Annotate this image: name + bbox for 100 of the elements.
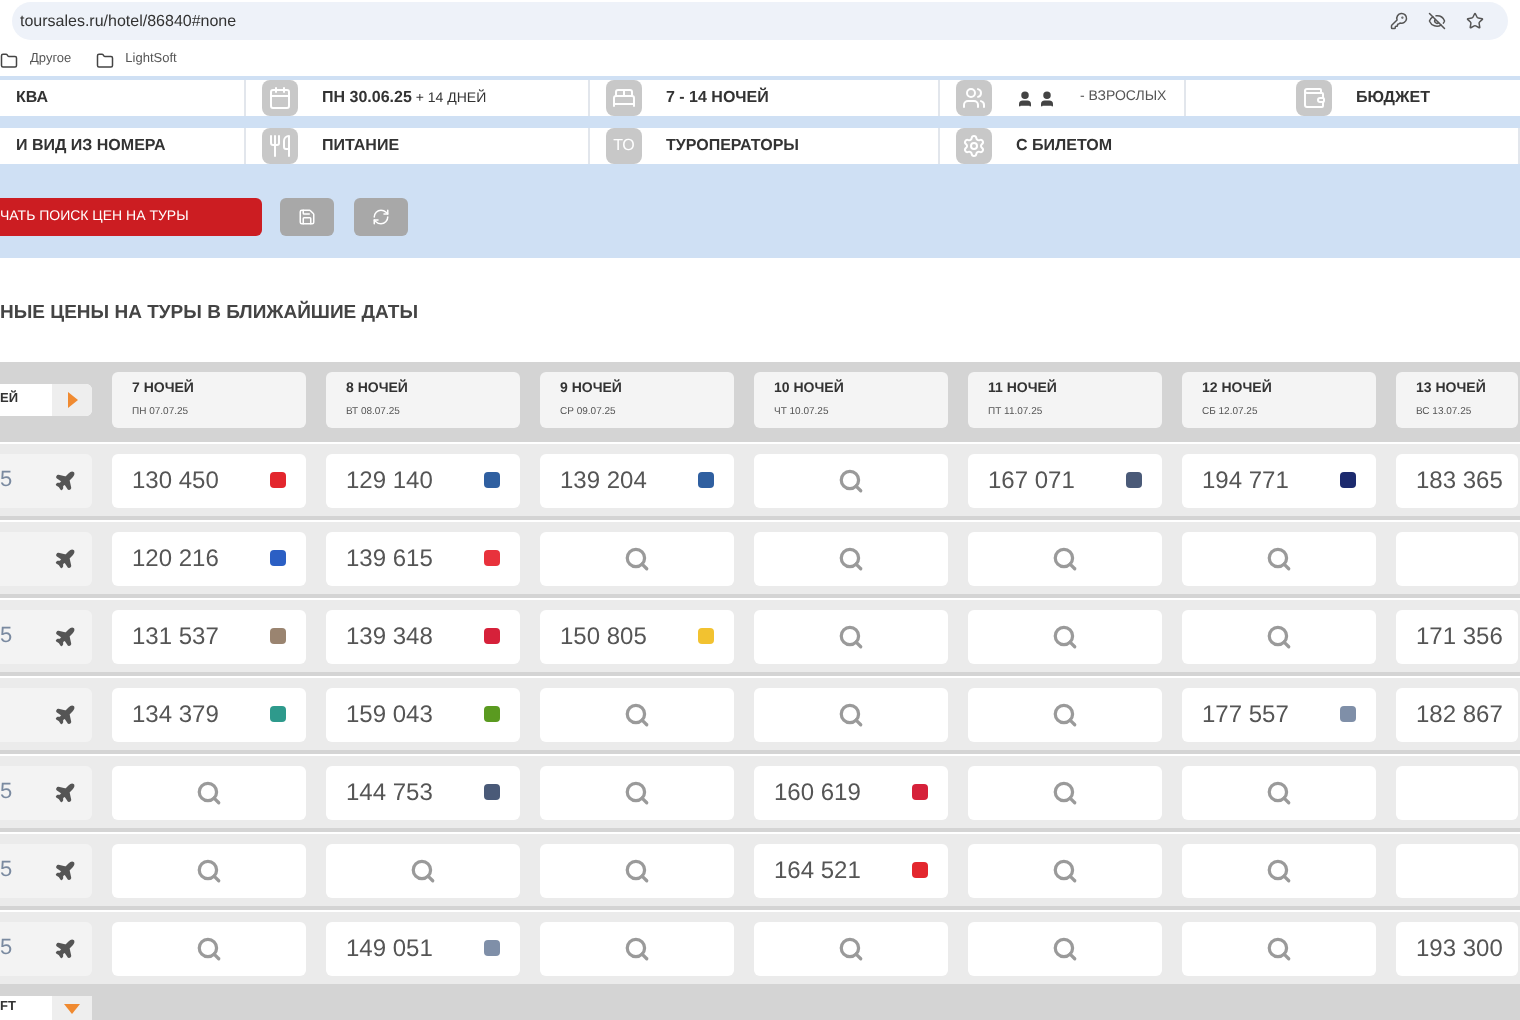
filter-label: КВА [16, 86, 49, 111]
filter-label: 7 - 14 НОЧЕЙ [666, 86, 769, 111]
price-cell[interactable]: 139 615 [326, 531, 520, 585]
filter-label: ТУРОПЕРАТОРЫ [666, 134, 799, 159]
price-cell[interactable]: 159 043 [326, 687, 520, 741]
search-cell[interactable] [540, 687, 734, 741]
search-cell[interactable] [754, 531, 948, 585]
search-icon [838, 467, 864, 493]
search-cell[interactable] [112, 921, 306, 975]
price-cell[interactable]: 194 771 [1182, 453, 1376, 507]
search-icon [624, 857, 650, 883]
cutlery-icon [262, 128, 298, 165]
search-icon [838, 545, 864, 571]
search-icon [624, 701, 650, 727]
search-cell[interactable] [754, 687, 948, 741]
search-cell[interactable] [540, 921, 734, 975]
search-cell[interactable] [112, 765, 306, 819]
price-cell[interactable]: 139 348 [326, 609, 520, 663]
search-icon [1266, 545, 1292, 571]
search-icon [838, 701, 864, 727]
folder-icon [95, 51, 114, 70]
search-icon [1052, 701, 1078, 727]
search-cell[interactable] [1182, 609, 1376, 663]
plane-icon [54, 547, 76, 569]
flight-select[interactable] [0, 531, 92, 585]
address-bar[interactable]: toursales.ru/hotel/86840#none [12, 2, 1508, 41]
price-cell[interactable]: 171 356 [1396, 609, 1518, 663]
price-cell[interactable]: 149 051 [326, 921, 520, 975]
price-cell[interactable]: 193 300 [1396, 921, 1518, 975]
price-cell[interactable]: 182 867 [1396, 687, 1518, 741]
search-icon [196, 935, 222, 961]
price-cell[interactable]: 167 071 [968, 453, 1162, 507]
plane-icon [54, 625, 76, 647]
calendar-icon [262, 80, 298, 117]
filter-label: И ВИД ИЗ НОМЕРА [16, 134, 166, 159]
plane-icon [54, 703, 76, 725]
filter-label: ПИТАНИЕ [322, 134, 400, 159]
search-cell[interactable] [968, 843, 1162, 897]
search-icon [624, 935, 650, 961]
search-cell[interactable] [968, 921, 1162, 975]
filter-label: С БИЛЕТОМ [1016, 134, 1113, 159]
person-icon [1016, 89, 1034, 108]
plane-icon [54, 781, 76, 803]
search-cell[interactable] [540, 843, 734, 897]
price-cell[interactable]: 144 753 [326, 765, 520, 819]
price-cell[interactable]: 183 365 [1396, 453, 1518, 507]
key-icon[interactable] [1390, 12, 1408, 31]
price-cell[interactable]: 177 557 [1182, 687, 1376, 741]
search-cell[interactable] [1182, 843, 1376, 897]
search-cell[interactable] [326, 843, 520, 897]
price-cell[interactable]: 160 619 [754, 765, 948, 819]
price-cell[interactable]: 130 450 [112, 453, 306, 507]
bookmark-star-icon[interactable] [1466, 12, 1484, 31]
price-cell[interactable]: 139 204 [540, 453, 734, 507]
price-cell[interactable]: 131 537 [112, 609, 306, 663]
save-icon [298, 208, 316, 227]
search-icon [1266, 857, 1292, 883]
search-icon [1052, 857, 1078, 883]
play-icon [67, 392, 77, 408]
search-icon [1052, 545, 1078, 571]
folder-icon [0, 51, 18, 70]
flight-select[interactable] [0, 687, 92, 741]
refresh-icon [372, 208, 390, 227]
search-cell[interactable] [1182, 531, 1376, 585]
price-cell[interactable]: 129 140 [326, 453, 520, 507]
eye-off-icon[interactable] [1428, 12, 1446, 31]
save-button[interactable] [280, 198, 334, 237]
search-cell[interactable] [968, 765, 1162, 819]
search-cell[interactable] [1182, 765, 1376, 819]
search-cell[interactable] [754, 921, 948, 975]
price-cell[interactable]: 150 805 [540, 609, 734, 663]
search-cell[interactable] [968, 531, 1162, 585]
search-icon [838, 623, 864, 649]
search-icon [196, 857, 222, 883]
search-cell[interactable] [754, 453, 948, 507]
section-title: НЫЕ ЦЕНЫ НА ТУРЫ В БЛИЖАЙШИЕ ДАТЫ [0, 298, 421, 329]
search-cell[interactable] [1182, 921, 1376, 975]
filter-label[interactable]: БЮДЖЕТ [1356, 86, 1430, 111]
plane-icon [54, 469, 76, 491]
price-cell[interactable]: 134 379 [112, 687, 306, 741]
search-icon [1266, 779, 1292, 805]
refresh-button[interactable] [354, 198, 408, 237]
price-cell[interactable]: 120 216 [112, 531, 306, 585]
plane-icon [54, 859, 76, 881]
caret-icon [64, 1003, 80, 1013]
person-icon [1038, 89, 1056, 108]
search-cell[interactable] [112, 843, 306, 897]
search-cell[interactable] [968, 687, 1162, 741]
plane-icon [54, 937, 76, 959]
price-cell[interactable]: 164 521 [754, 843, 948, 897]
search-icon [1052, 779, 1078, 805]
search-cell[interactable] [540, 765, 734, 819]
search-icon [1266, 935, 1292, 961]
search-icon [624, 779, 650, 805]
search-icon [838, 935, 864, 961]
search-icon [410, 857, 436, 883]
search-cell[interactable] [754, 609, 948, 663]
search-icon [1266, 623, 1292, 649]
search-cell[interactable] [540, 531, 734, 585]
search-cell[interactable] [968, 609, 1162, 663]
